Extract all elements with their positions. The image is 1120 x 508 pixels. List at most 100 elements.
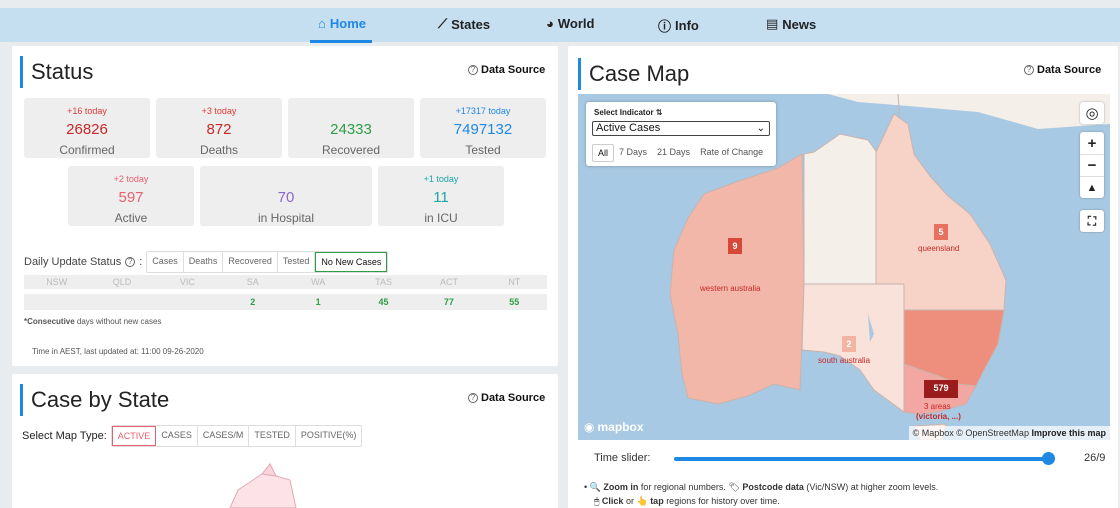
zoom-out-icon[interactable]: − [1080,154,1104,176]
confirmed-label: Confirmed [59,143,115,157]
daily-update-option[interactable]: Cases [147,252,184,272]
daily-update-option[interactable]: Deaths [184,252,224,272]
recovered-label: Recovered [321,143,381,157]
consecutive-rest: days without new cases [74,317,162,326]
tile-active[interactable]: +2 today 597 Active [68,166,194,226]
map-attribution: © Mapbox © OpenStreetMap Improve this ma… [908,426,1110,440]
hospital-today [200,174,372,186]
tile-confirmed[interactable]: +16 today 26826 Confirmed [24,98,150,158]
improve-map-link[interactable]: Improve this map [1031,428,1106,438]
indicator-dropdown[interactable]: Active Cases ⌄ [592,121,770,136]
status-data-source-link[interactable]: ? Data Source [468,64,545,76]
nav-news[interactable]: ▤ News [766,16,816,32]
fullscreen-icon[interactable]: ⛶ [1080,210,1104,232]
state-value [155,294,220,310]
region-badge[interactable]: 9 [728,238,742,254]
time-slider-label: Time slider: [594,452,651,464]
state-header: NSW [46,277,68,287]
case-map-data-source-label: Data Source [1037,64,1102,76]
state-header: VIC [179,277,195,287]
active-label: Active [114,211,148,225]
top-strip [0,0,1120,8]
region-badge[interactable]: 5 [934,224,948,240]
tile-hospital[interactable]: 70 in Hospital [200,166,372,226]
zoom-in-icon[interactable]: + [1080,132,1104,154]
map-type-label: Select Map Type: [22,430,107,442]
nav-world[interactable]: ◕ World [546,16,594,31]
region-badge[interactable]: 579 [924,380,958,398]
nav-world-label: World [557,16,595,31]
case-map[interactable]: 5 queensland 9 western australia 2 south… [578,94,1110,440]
map-type-option[interactable]: TESTED [249,426,296,446]
mapbox-logo[interactable]: ◉ mapbox [584,420,644,434]
deaths-value: 872 [206,121,232,138]
nav-states-label: States [451,16,491,32]
hospital-label: in Hospital [257,211,315,225]
state-value: 1 [315,297,321,307]
icu-value: 11 [433,189,449,206]
nav-info[interactable]: ⓘ Info [658,16,699,35]
state-value [24,294,89,310]
range-tab-selected[interactable]: All [592,144,615,162]
tested-label: Tested [465,143,501,157]
indicator-value: Active Cases [596,122,661,134]
map-type-option[interactable]: POSITIVE(%) [296,426,362,446]
region-badge[interactable]: 2 [842,336,856,352]
icu-label: in ICU [424,211,458,225]
nav-home[interactable]: ⌂ Home [318,16,366,31]
range-tab[interactable]: 7 Days [614,144,652,162]
fullscreen-control: ⛶ [1080,210,1104,232]
map-type-option[interactable]: CASES/M [198,426,250,446]
indicator-label: Select Indicator ⇅ [594,108,663,117]
tip-zoom: • 🔍 Zoom in for regional numbers. 🏷 Post… [584,482,939,492]
range-tab[interactable]: Rate of Change [695,144,768,162]
nav-info-label: Info [675,18,699,33]
region-label: queensland [918,244,960,253]
map-type-option[interactable]: CASES [156,426,198,446]
tile-recovered[interactable]: 24333 Recovered [288,98,414,158]
case-map-data-source-link[interactable]: ? Data Source [1024,64,1101,76]
nav-states[interactable]: ⟋ States [438,16,490,32]
tile-deaths[interactable]: +3 today 872 Deaths [156,98,282,158]
state-value [89,294,154,310]
state-values-row: 2 1 45 77 55 [24,294,547,310]
status-title: Status [20,56,93,88]
map-type-option-selected[interactable]: ACTIVE [111,426,157,446]
confirmed-today: +16 today [67,106,107,116]
attribution-text[interactable]: © Mapbox © OpenStreetMap [913,428,1029,438]
region-western-australia [669,153,805,405]
map-tips: • 🔍 Zoom in for regional numbers. 🏷 Post… [584,480,938,508]
daily-update-label: Daily Update Status [24,256,122,268]
state-value: 2 [250,297,256,307]
postcode-icon: 🏷 [728,482,740,492]
globe-icon: ◕ [546,16,554,31]
daily-update-option-selected[interactable]: No New Cases [315,252,388,272]
question-icon: ? [468,393,478,403]
recovered-value: 24333 [330,121,372,138]
state-map-preview[interactable] [200,460,320,508]
daily-update-option[interactable]: Recovered [223,252,278,272]
nav-active-underline [310,40,372,43]
range-tabs: All 7 Days 21 Days Rate of Change [592,144,768,162]
state-header: ACT [439,277,458,287]
time-slider-thumb[interactable] [1042,452,1055,465]
active-today: +2 today [113,174,149,184]
range-tab[interactable]: 21 Days [652,144,695,162]
tested-today: +17317 today [455,106,511,116]
case-by-state-data-source-link[interactable]: ? Data Source [468,392,545,404]
home-icon: ⌂ [318,16,326,31]
time-slider-track[interactable] [674,457,1048,461]
info-icon: ⓘ [658,19,672,34]
confirmed-value: 26826 [66,121,108,138]
hospital-value: 70 [277,189,295,206]
tile-icu[interactable]: +1 today 11 in ICU [378,166,504,226]
target-icon[interactable]: ◎ [1080,102,1104,124]
daily-update-option[interactable]: Tested [278,252,316,272]
tile-tested[interactable]: +17317 today 7497132 Tested [420,98,546,158]
state-value: 77 [443,297,454,307]
compass-icon[interactable]: ▲ [1080,176,1104,198]
deaths-today: +3 today [201,106,237,116]
deaths-label: Deaths [199,143,239,157]
status-data-source-label: Data Source [481,64,546,76]
state-value: 55 [509,297,520,307]
